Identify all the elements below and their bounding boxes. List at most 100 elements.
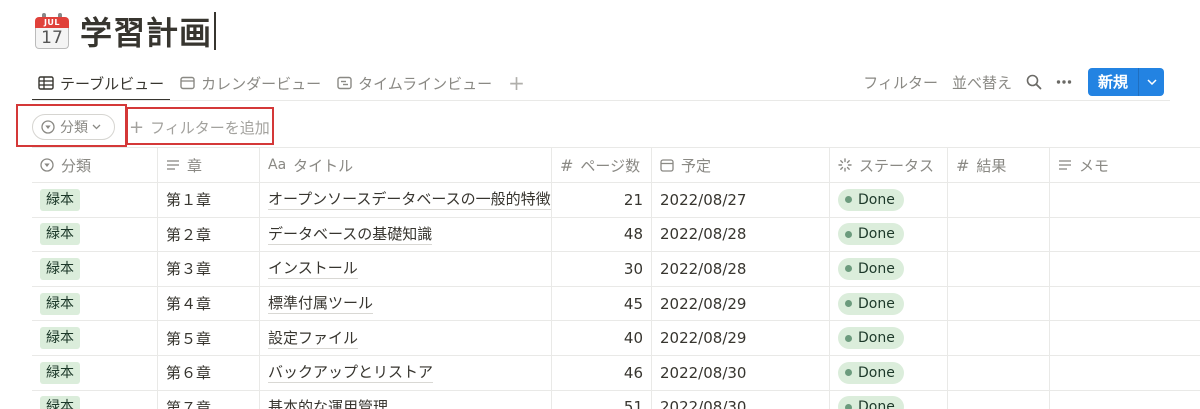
pages-cell[interactable]: 48 (552, 217, 652, 252)
date-cell[interactable]: 2022/08/28 (652, 252, 830, 286)
tab-calendar-view[interactable]: カレンダービュー (174, 66, 327, 100)
status-label: Done (858, 295, 895, 312)
status-cell[interactable]: Done (830, 321, 948, 355)
date-cell[interactable]: 2022/08/29 (652, 286, 830, 321)
status-cell[interactable]: Done (830, 217, 948, 252)
category-cell[interactable]: 緑本 (32, 321, 158, 355)
status-cell[interactable]: Done (830, 390, 948, 409)
table-row[interactable]: 緑本 第２章 データベースの基礎知識 48 2022/08/28 Done (32, 217, 1200, 253)
title-cell[interactable]: バックアップとリストア (260, 355, 552, 390)
page-title[interactable]: 学習計画 (80, 8, 212, 54)
status-cell[interactable]: Done (830, 286, 948, 321)
chapter-cell[interactable]: 第３章 (158, 252, 260, 286)
column-header-date[interactable]: 予定 (652, 148, 830, 182)
category-cell[interactable]: 緑本 (32, 217, 158, 252)
column-header-status[interactable]: ステータス (830, 148, 948, 182)
tab-table-view[interactable]: テーブルビュー (32, 66, 171, 101)
title-cell[interactable]: データベースの基礎知識 (260, 217, 552, 252)
column-header-title[interactable]: Aa タイトル (260, 148, 552, 182)
result-cell[interactable] (948, 252, 1050, 286)
memo-cell[interactable] (1050, 356, 1200, 390)
pages-cell[interactable]: 45 (552, 286, 652, 321)
result-cell[interactable] (948, 321, 1050, 355)
memo-cell[interactable] (1050, 218, 1200, 252)
result-cell[interactable] (948, 390, 1050, 409)
chapter-cell[interactable]: 第７章 (158, 390, 260, 409)
date-cell[interactable]: 2022/08/29 (652, 321, 830, 355)
status-cell[interactable]: Done (830, 252, 948, 286)
date-cell[interactable]: 2022/08/30 (652, 390, 830, 409)
memo-cell[interactable] (1050, 287, 1200, 321)
title-link[interactable]: 標準付属ツール (268, 293, 374, 315)
chapter-cell[interactable]: 第１章 (158, 183, 260, 217)
pages-cell[interactable]: 46 (552, 355, 652, 390)
pages-cell[interactable]: 51 (552, 390, 652, 409)
more-icon[interactable] (1056, 79, 1072, 85)
result-cell[interactable] (948, 355, 1050, 390)
title-cell[interactable]: オープンソースデータベースの一般的特徴 (260, 183, 552, 217)
title-link[interactable]: 設定ファイル (268, 328, 359, 349)
date-cell[interactable]: 2022/08/27 (652, 183, 830, 217)
title-cell[interactable]: 基本的な運用管理 (260, 390, 552, 409)
memo-cell[interactable] (1050, 183, 1200, 217)
column-header-result[interactable]: # 結果 (948, 148, 1050, 182)
calendar-emoji-icon[interactable]: JUL 17 (34, 13, 70, 49)
result-cell[interactable] (948, 183, 1050, 217)
sort-button[interactable]: 並べ替え (952, 72, 1012, 93)
chapter-cell[interactable]: 第６章 (158, 355, 260, 390)
column-label: 結果 (976, 156, 1007, 175)
category-cell[interactable]: 緑本 (32, 355, 158, 390)
date-cell[interactable]: 2022/08/28 (652, 217, 830, 252)
status-label: Done (858, 399, 895, 409)
status-cell[interactable]: Done (830, 183, 948, 217)
search-icon[interactable] (1026, 74, 1042, 90)
status-cell[interactable]: Done (830, 355, 948, 390)
status-dot (845, 196, 852, 204)
title-link[interactable]: インストール (268, 258, 358, 280)
add-view-button[interactable]: + (502, 71, 531, 95)
chapter-cell[interactable]: 第５章 (158, 321, 260, 355)
title-link[interactable]: オープンソースデータベースの一般的特徴 (268, 189, 551, 211)
status-dot (845, 300, 852, 308)
title-link[interactable]: バックアップとリストア (268, 362, 434, 384)
tab-timeline-view[interactable]: タイムラインビュー (331, 66, 498, 100)
status-icon (838, 158, 852, 172)
column-header-category[interactable]: 分類 (32, 148, 158, 182)
pages-cell[interactable]: 40 (552, 321, 652, 355)
column-label: タイトル (293, 156, 354, 175)
pages-cell[interactable]: 30 (552, 252, 652, 286)
new-dropdown-button[interactable] (1138, 68, 1164, 96)
title-link[interactable]: データベースの基礎知識 (268, 224, 433, 245)
result-cell[interactable] (948, 217, 1050, 252)
table-row[interactable]: 緑本 第１章 オープンソースデータベースの一般的特徴 21 2022/08/27… (32, 183, 1200, 218)
table-row[interactable]: 緑本 第６章 バックアップとリストア 46 2022/08/30 Done (32, 355, 1200, 391)
category-cell[interactable]: 緑本 (32, 183, 158, 217)
table-row[interactable]: 緑本 第４章 標準付属ツール 45 2022/08/29 Done (32, 286, 1200, 322)
table-row[interactable]: 緑本 第５章 設定ファイル 40 2022/08/29 Done (32, 321, 1200, 356)
category-cell[interactable]: 緑本 (32, 252, 158, 286)
date-cell[interactable]: 2022/08/30 (652, 355, 830, 390)
pages-cell[interactable]: 21 (552, 183, 652, 217)
table-row[interactable]: 緑本 第３章 インストール 30 2022/08/28 Done (32, 252, 1200, 287)
category-cell[interactable]: 緑本 (32, 390, 158, 409)
calendar-emoji-day: 17 (35, 28, 69, 49)
title-cell[interactable]: インストール (260, 252, 552, 286)
table-row[interactable]: 緑本 第７章 基本的な運用管理 51 2022/08/30 Done (32, 390, 1200, 409)
memo-cell[interactable] (1050, 252, 1200, 286)
filter-button[interactable]: フィルター (863, 72, 938, 93)
result-cell[interactable] (948, 286, 1050, 321)
category-cell[interactable]: 緑本 (32, 286, 158, 321)
title-cell[interactable]: 設定ファイル (260, 321, 552, 355)
column-header-memo[interactable]: メモ (1050, 148, 1200, 182)
title-link[interactable]: 基本的な運用管理 (268, 397, 388, 409)
column-header-chapter[interactable]: 章 (158, 148, 260, 182)
memo-cell[interactable] (1050, 321, 1200, 355)
status-badge: Done (838, 327, 904, 350)
chapter-cell[interactable]: 第２章 (158, 217, 260, 252)
chapter-cell[interactable]: 第４章 (158, 286, 260, 321)
status-dot (845, 403, 852, 409)
new-button[interactable]: 新規 (1087, 68, 1138, 96)
column-header-pages[interactable]: # ページ数 (552, 148, 652, 182)
memo-cell[interactable] (1050, 391, 1200, 409)
title-cell[interactable]: 標準付属ツール (260, 286, 552, 321)
